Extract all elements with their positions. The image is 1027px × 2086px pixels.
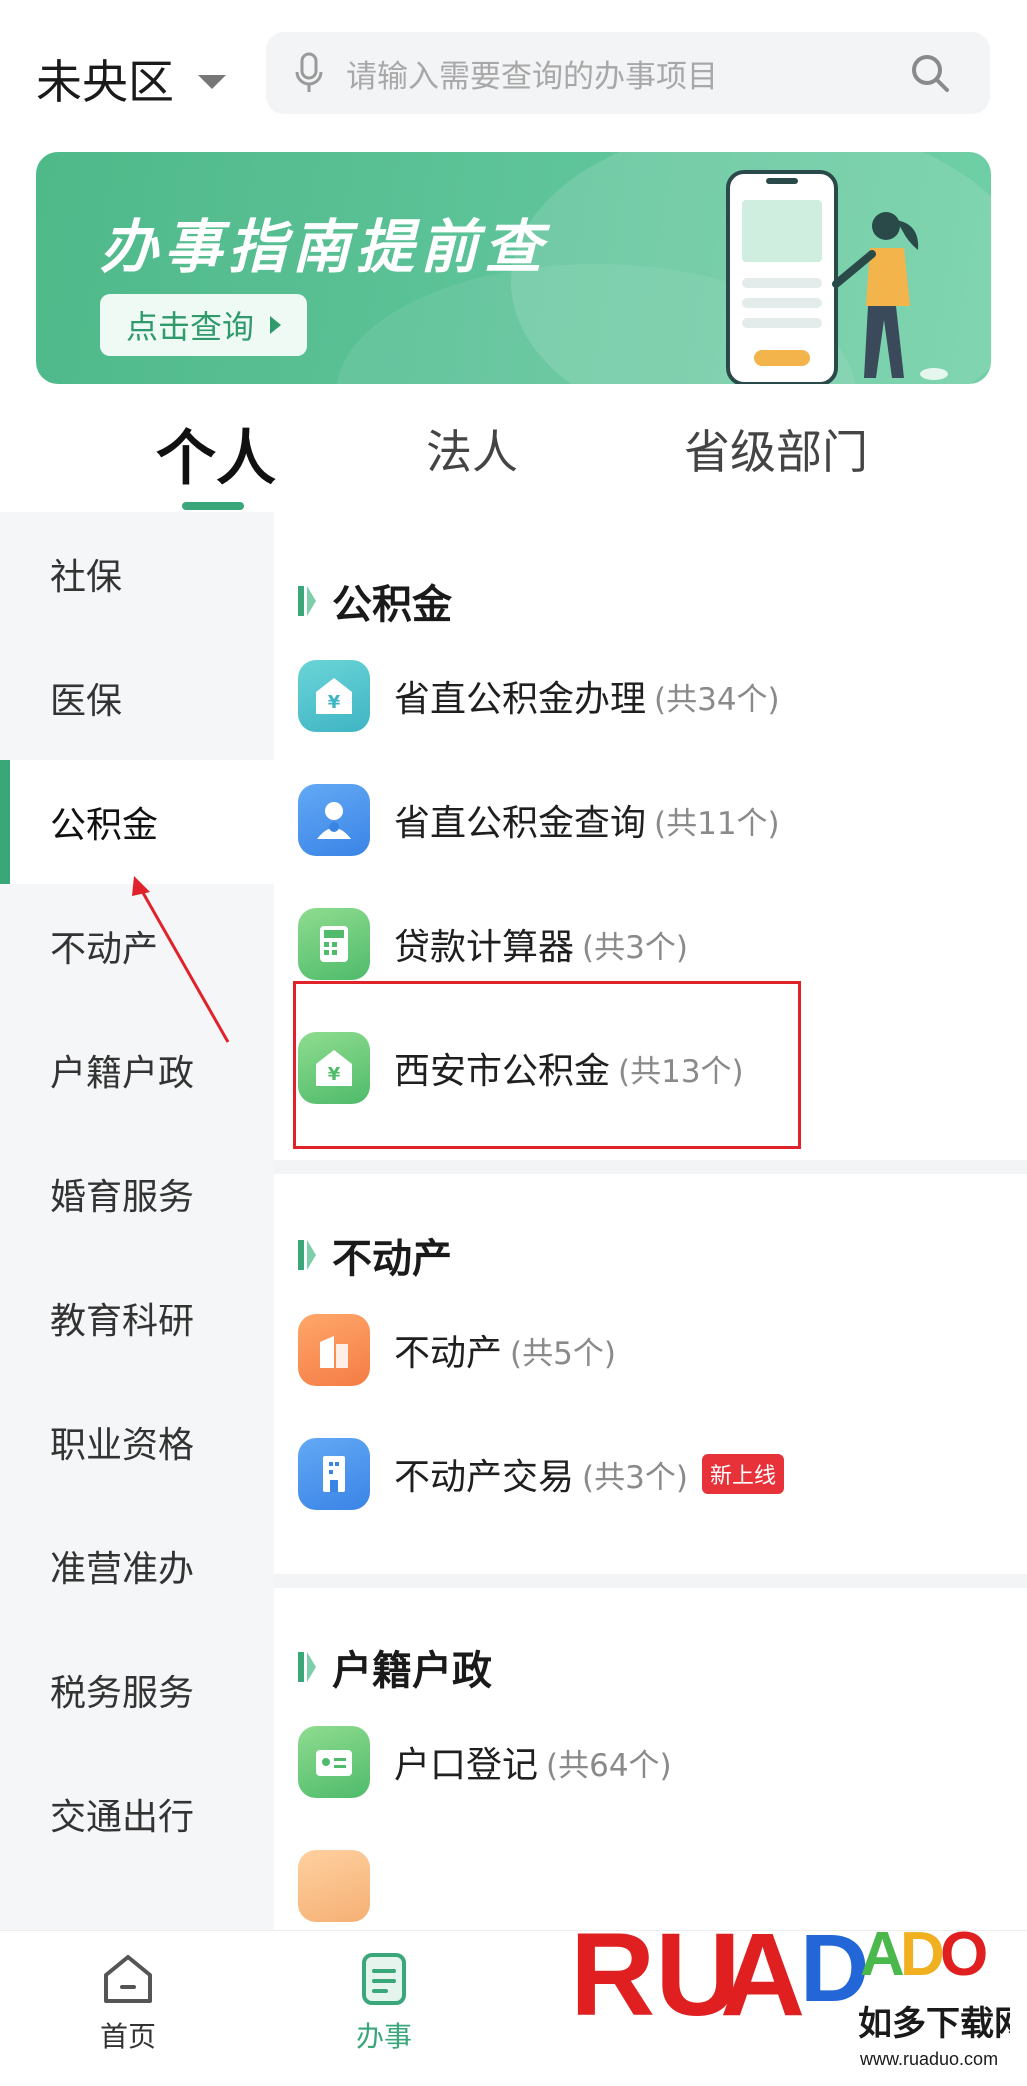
service-label: 省直公积金办理 (394, 679, 647, 720)
door-icon (298, 1438, 370, 1510)
sidebar-item-label: 社保 (50, 557, 123, 598)
svg-text:A: A (720, 1909, 805, 2041)
sidebar-item-qualification[interactable]: 职业资格 (0, 1380, 274, 1504)
building-icon (298, 1314, 370, 1386)
sidebar-item-social-security[interactable]: 社保 (0, 512, 274, 636)
caret-down-icon (198, 75, 226, 89)
service-list: 公积金 ¥ 省直公积金办理 (共34个) 省直公积金查询 (共11个) 贷款计算… (274, 512, 1027, 1932)
sidebar-item-label: 户籍户政 (50, 1053, 195, 1094)
sidebar-item-label: 医保 (50, 681, 123, 722)
sidebar-item-label: 税务服务 (50, 1673, 195, 1714)
section-title: 不动产 (298, 1226, 452, 1284)
sidebar-item-label: 交通出行 (50, 1797, 195, 1838)
service-count: (共5个) (510, 1335, 616, 1372)
sidebar-item-label: 职业资格 (50, 1425, 195, 1466)
section-title-text: 不动产 (332, 1236, 452, 1282)
calculator-icon (298, 908, 370, 980)
section-real-estate: 不动产 不动产 (共5个) 不动产交易 (共3个) 新上线 (274, 1174, 1027, 1574)
home-icon (104, 1955, 152, 2003)
sidebar-item-marriage-birth[interactable]: 婚育服务 (0, 1132, 274, 1256)
service-count: (共11个) (654, 805, 780, 842)
guide-banner[interactable]: 办事指南提前查 点击查询 (36, 152, 991, 384)
app-screen: 未央区 请输入需要查询的办事项目 办事指南提前查 点击查询 个人 法人 省级部门… (0, 0, 1027, 2086)
header: 未央区 请输入需要查询的办事项目 (0, 0, 1027, 150)
svg-text:O: O (940, 1920, 988, 1989)
annotation-arrow-icon (132, 876, 230, 1043)
document-icon (362, 1953, 406, 2005)
section-title: 公积金 (298, 572, 452, 630)
section-marker-icon (298, 1240, 316, 1270)
nav-home[interactable]: 首页 (68, 1949, 188, 2055)
section-marker-icon (298, 586, 316, 616)
section-title: 户籍户政 (298, 1638, 492, 1696)
nav-label: 首页 (99, 2020, 156, 2053)
service-item[interactable]: 不动产 (共5个) (298, 1310, 998, 1390)
tab-provincial-dept[interactable]: 省级部门 (684, 416, 868, 482)
tab-active-indicator (182, 502, 244, 510)
id-card-icon (298, 1726, 370, 1798)
service-label: 省直公积金查询 (394, 803, 647, 844)
nav-services[interactable]: 办事 (324, 1949, 444, 2055)
service-item[interactable]: 省直公积金查询 (共11个) (298, 780, 998, 860)
svg-text:D: D (900, 1920, 945, 1989)
svg-text:¥: ¥ (328, 692, 341, 713)
search-bar[interactable]: 请输入需要查询的办事项目 (266, 32, 990, 114)
sidebar-item-transport[interactable]: 交通出行 (0, 1752, 274, 1876)
search-icon[interactable] (908, 51, 952, 95)
sidebar-item-label: 婚育服务 (50, 1177, 195, 1218)
section-household: 户籍户政 户口登记 (共64个) (274, 1588, 1027, 1932)
service-item[interactable]: 户口登记 (共64个) (298, 1722, 998, 1802)
service-count: (共34个) (654, 681, 780, 718)
svg-text:A: A (860, 1920, 905, 1989)
svg-text:如多下载网: 如多下载网 (858, 2004, 1010, 2044)
search-input[interactable]: 请输入需要查询的办事项目 (346, 51, 908, 96)
section-divider (274, 1160, 1027, 1174)
new-badge: 新上线 (701, 1454, 784, 1494)
partial-icon (298, 1850, 370, 1922)
section-marker-icon (298, 1652, 316, 1682)
service-label: 贷款计算器 (394, 927, 575, 968)
service-count: (共3个) (582, 1459, 688, 1496)
service-label: 不动产 (394, 1333, 503, 1374)
person-search-icon (298, 784, 370, 856)
tab-legal-entity[interactable]: 法人 (426, 416, 518, 482)
sidebar-item-education[interactable]: 教育科研 (0, 1256, 274, 1380)
service-label: 不动产交易 (394, 1457, 575, 1498)
house-yen-icon: ¥ (298, 660, 370, 732)
microphone-icon[interactable] (294, 52, 324, 94)
service-count: (共64个) (546, 1747, 672, 1784)
svg-text:RU: RU (570, 1909, 740, 2041)
play-arrow-icon (270, 316, 282, 334)
highlight-box (293, 981, 801, 1149)
sidebar-item-medical-insurance[interactable]: 医保 (0, 636, 274, 760)
sidebar-item-business-permit[interactable]: 准营准办 (0, 1504, 274, 1628)
section-divider (274, 1574, 1027, 1588)
sidebar-item-label: 公积金 (50, 805, 159, 846)
sidebar-item-tax[interactable]: 税务服务 (0, 1628, 274, 1752)
district-selector[interactable]: 未央区 (36, 46, 226, 112)
person-illustration (832, 212, 948, 380)
banner-query-button[interactable]: 点击查询 (100, 294, 308, 356)
svg-text:www.ruaduo.com: www.ruaduo.com (859, 2049, 998, 2069)
sidebar-item-label: 教育科研 (50, 1301, 195, 1342)
service-count: (共3个) (582, 929, 688, 966)
district-label: 未央区 (36, 55, 174, 109)
service-label: 户口登记 (394, 1745, 539, 1786)
sidebar-item-housing-fund[interactable]: 公积金 (0, 760, 274, 884)
service-item[interactable]: ¥ 省直公积金办理 (共34个) (298, 656, 998, 736)
banner-title: 办事指南提前查 (100, 213, 549, 281)
section-title-text: 公积金 (332, 582, 452, 628)
service-item[interactable]: 贷款计算器 (共3个) (298, 904, 998, 984)
service-item[interactable]: 不动产交易 (共3个) 新上线 (298, 1434, 998, 1514)
section-title-text: 户籍户政 (332, 1648, 492, 1694)
nav-label: 办事 (355, 2020, 412, 2053)
tab-personal[interactable]: 个人 (156, 410, 276, 497)
sidebar: 社保 医保 公积金 不动产 户籍户政 婚育服务 教育科研 职业资格 准营准办 税… (0, 512, 274, 1932)
category-tabs: 个人 法人 省级部门 (0, 390, 1027, 510)
sidebar-item-label: 准营准办 (50, 1549, 195, 1590)
banner-button-label: 点击查询 (126, 308, 255, 346)
watermark-logo: RU A D A D O 如多下载网 www.ruaduo.com (570, 1909, 1010, 2069)
